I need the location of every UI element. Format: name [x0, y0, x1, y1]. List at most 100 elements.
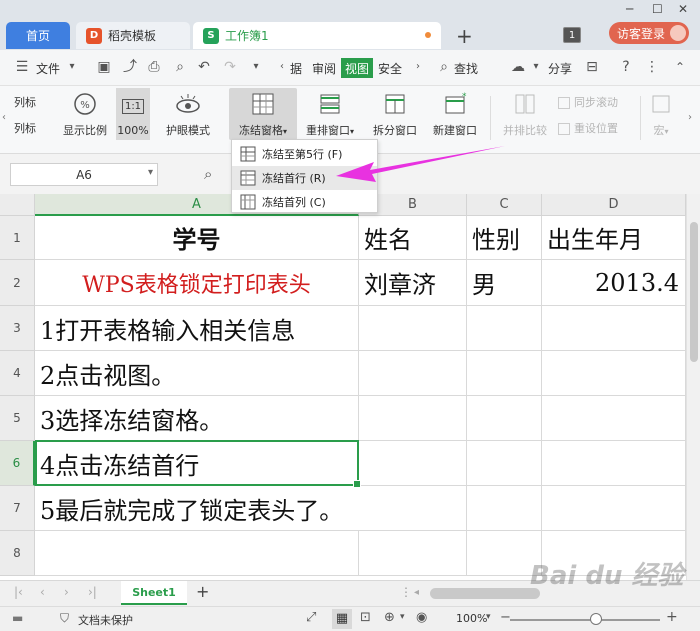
fullscreen-icon[interactable]: ⤢ — [306, 610, 316, 625]
help-icon[interactable]: ? — [618, 59, 634, 75]
freeze-first-column[interactable]: 冻结首列 (C) — [232, 190, 377, 214]
name-box[interactable]: A6 ▾ — [10, 163, 158, 186]
cell-c5[interactable] — [467, 396, 542, 441]
scroll-left-icon[interactable]: ‹ — [274, 59, 290, 75]
cell-a3[interactable]: 1打开表格输入相关信息 — [35, 306, 359, 351]
export-icon[interactable]: ⤴ — [122, 59, 138, 75]
close-icon[interactable]: ✕ — [678, 2, 688, 16]
freeze-panes-button[interactable]: 冻结窗格▾ — [229, 90, 297, 138]
side-by-side-button[interactable]: 并排比较 — [498, 90, 552, 138]
ribbon-scroll-left-icon[interactable]: ‹ — [2, 112, 6, 123]
redo-icon[interactable]: ↷ — [222, 59, 238, 75]
row-header-3[interactable]: 3 — [0, 306, 35, 351]
menu-security[interactable]: 安全 — [378, 60, 402, 77]
cell-d7[interactable] — [542, 486, 686, 531]
cell-b7[interactable] — [359, 486, 467, 531]
page-layout-icon[interactable]: ⊡ — [360, 610, 371, 625]
menu-view[interactable]: 视图 — [341, 58, 373, 78]
cell-d3[interactable] — [542, 306, 686, 351]
col-label-toggle-1[interactable]: 列标 — [14, 94, 36, 110]
zoom-dropdown-icon[interactable]: ▾ — [486, 612, 491, 622]
prev-sheet-icon[interactable]: ‹ — [40, 585, 45, 599]
cell-a5[interactable]: 3选择冻结窗格。 — [35, 396, 359, 441]
eye-protection-button[interactable]: 护眼模式 — [162, 90, 214, 138]
reset-position-button[interactable]: 重设位置 — [558, 120, 632, 136]
menu-file[interactable]: 文件 — [36, 60, 60, 77]
cell-c6[interactable] — [467, 441, 542, 486]
macro-button[interactable]: 宏▾ — [646, 90, 676, 138]
cloud-icon[interactable]: ☁ — [510, 59, 526, 75]
row-header-1[interactable]: 1 — [0, 216, 35, 260]
maximize-icon[interactable]: ☐ — [652, 2, 663, 16]
cell-d6[interactable] — [542, 441, 686, 486]
split-window-button[interactable]: 拆分窗口 — [368, 90, 422, 138]
cell-a4[interactable]: 2点击视图。 — [35, 351, 359, 396]
rearrange-window-button[interactable]: 重排窗口▾ — [302, 90, 358, 138]
share-button[interactable]: 分享 — [548, 60, 572, 77]
cell-b6[interactable] — [359, 441, 467, 486]
col-label-toggle-2[interactable]: 列标 — [14, 120, 36, 136]
cell-d4[interactable] — [542, 351, 686, 396]
cell-d1[interactable]: 出生年月 — [542, 216, 686, 260]
cell-c4[interactable] — [467, 351, 542, 396]
cell-a1[interactable]: 学号 — [35, 216, 359, 260]
row-header-6[interactable]: 6 — [0, 441, 35, 486]
cell-c3[interactable] — [467, 306, 542, 351]
tab-workbook[interactable]: S 工作簿1 — [193, 22, 441, 49]
more-icon[interactable]: ⋮ — [644, 59, 660, 75]
eye-protection-status-icon[interactable]: ◉ — [416, 610, 427, 625]
new-window-button[interactable]: * 新建窗口 — [428, 90, 482, 138]
horizontal-scroll-thumb[interactable] — [430, 588, 540, 599]
cell-b3[interactable] — [359, 306, 467, 351]
column-header-d[interactable]: D — [542, 194, 686, 216]
sync-scroll-button[interactable]: 同步滚动 — [558, 94, 632, 110]
window-count-badge[interactable]: 1 — [563, 27, 581, 43]
zoom-search-icon[interactable]: ⌕ — [204, 165, 212, 183]
row-header-2[interactable]: 2 — [0, 260, 35, 306]
zoom-ratio-button[interactable]: % 显示比例 — [60, 90, 110, 138]
first-sheet-icon[interactable]: |‹ — [14, 585, 23, 599]
print-preview-icon[interactable]: ⌕ — [172, 59, 188, 75]
search-icon[interactable]: ⌕ — [436, 59, 452, 75]
cell-b1[interactable]: 姓名 — [359, 216, 467, 260]
vertical-scroll-thumb[interactable] — [690, 222, 698, 362]
tab-home[interactable]: 首页 — [6, 22, 70, 49]
cell-a2[interactable]: WPS表格锁定打印表头 — [35, 260, 359, 306]
zoom-slider-knob[interactable] — [590, 613, 602, 625]
zoom-in-icon[interactable]: + — [666, 609, 678, 625]
tab-template[interactable]: D 稻壳模板 — [76, 22, 190, 49]
normal-view-icon[interactable]: ▦ — [332, 609, 352, 629]
name-box-dropdown-icon[interactable]: ▾ — [148, 167, 153, 178]
cell-d2[interactable]: 2013.4 — [542, 260, 686, 306]
menu-data[interactable]: 据 — [290, 60, 302, 77]
cell-c2[interactable]: 男 — [467, 260, 542, 306]
view-dropdown-icon[interactable]: ▾ — [400, 612, 405, 622]
collapse-ribbon-icon[interactable]: ⌃ — [672, 59, 688, 75]
cell-d5[interactable] — [542, 396, 686, 441]
zoom-out-icon[interactable]: − — [500, 610, 511, 625]
cell-c1[interactable]: 性别 — [467, 216, 542, 260]
page-break-icon[interactable]: ⊕ — [384, 610, 395, 625]
spreadsheet-grid[interactable]: A B C D 1 2 3 4 5 6 7 8 学号 姓名 性别 出生年月 WP… — [0, 194, 700, 580]
split-handle-icon[interactable]: ⋮ — [400, 585, 412, 599]
row-header-5[interactable]: 5 — [0, 396, 35, 441]
row-header-8[interactable]: 8 — [0, 531, 35, 576]
cell-a7[interactable]: 5最后就完成了锁定表头了。 — [35, 486, 359, 531]
ribbon-scroll-right-icon[interactable]: › — [688, 112, 692, 123]
select-all-corner[interactable] — [0, 194, 35, 216]
add-sheet-button[interactable]: + — [196, 582, 209, 601]
sheet-tab-sheet1[interactable]: Sheet1 — [121, 581, 187, 605]
row-header-4[interactable]: 4 — [0, 351, 35, 396]
print-icon[interactable]: ⎙ — [146, 59, 162, 75]
document-protection-status[interactable]: 文档未保护 — [78, 612, 133, 628]
cell-a8[interactable] — [35, 531, 359, 576]
chevron-down-icon[interactable]: ▾ — [64, 59, 80, 75]
undo-icon[interactable]: ↶ — [196, 59, 212, 75]
cloud-dropdown-icon[interactable]: ▾ — [528, 59, 544, 75]
scroll-right-icon[interactable]: › — [410, 59, 426, 75]
cell-b5[interactable] — [359, 396, 467, 441]
next-sheet-icon[interactable]: › — [64, 585, 69, 599]
cell-b2[interactable]: 刘章济 — [359, 260, 467, 306]
minimize-icon[interactable]: ─ — [626, 2, 633, 16]
zoom-100-button[interactable]: 1:1 100% — [116, 88, 150, 140]
